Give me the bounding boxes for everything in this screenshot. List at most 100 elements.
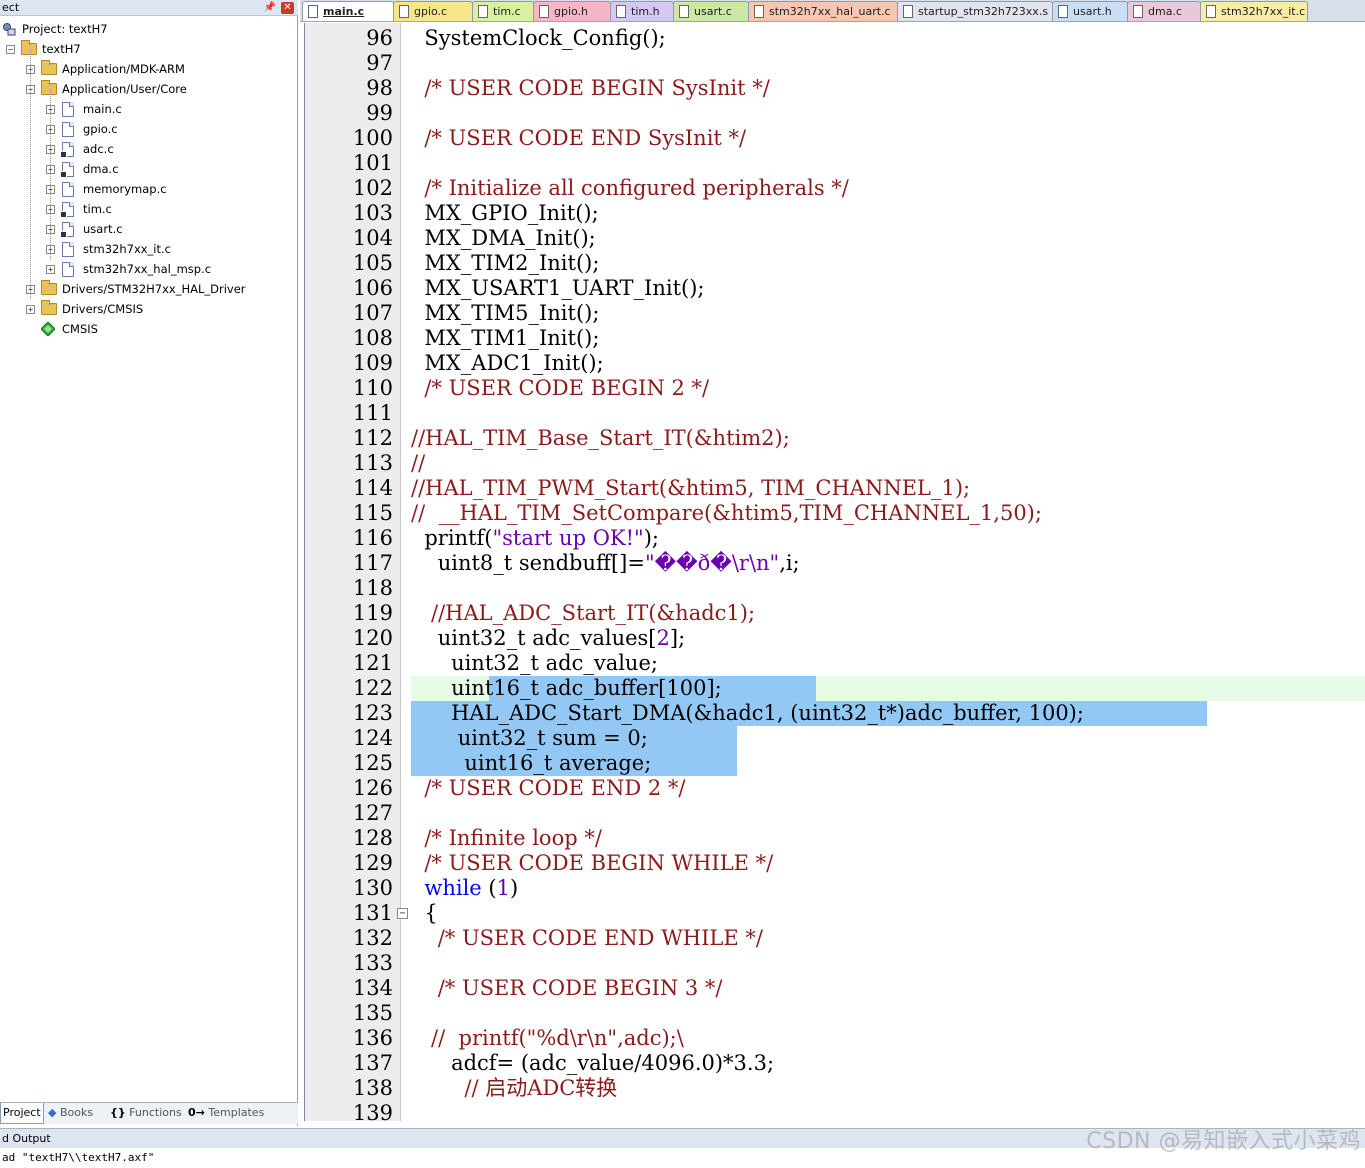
group-node[interactable]: + Drivers/STM32H7xx_HAL_Driver <box>0 279 298 299</box>
line-number: 97 <box>366 51 393 75</box>
line-number: 126 <box>352 776 393 800</box>
expand-toggle[interactable]: + <box>26 305 35 314</box>
code-line[interactable] <box>411 1001 438 1026</box>
code-line[interactable]: MX_TIM1_Init(); <box>411 326 599 351</box>
editor-tab[interactable]: startup_stm32h723xx.s <box>897 1 1053 21</box>
code-line[interactable]: // printf("%d\r\n",adc);\ <box>411 1026 684 1051</box>
cmsis-node[interactable]: CMSIS <box>0 319 298 339</box>
code-token: //HAL_TIM_Base_Start_IT(&htim2); <box>411 426 804 450</box>
close-icon[interactable]: ✕ <box>281 2 294 14</box>
line-number: 118 <box>352 576 393 600</box>
code-line[interactable]: adcf= (adc_value/4096.0)*3.3; <box>411 1051 774 1076</box>
group-node[interactable]: + Application/MDK-ARM <box>0 59 298 79</box>
file-node[interactable]: + memorymap.c <box>0 179 298 199</box>
code-line[interactable]: MX_TIM5_Init(); <box>411 301 599 326</box>
folder-icon <box>41 60 57 75</box>
code-line[interactable]: HAL_ADC_Start_DMA(&hadc1, (uint32_t*)adc… <box>411 701 1084 726</box>
group-node[interactable]: + Drivers/CMSIS <box>0 299 298 319</box>
code-line[interactable]: uint16_t adc_buffer[100]; <box>411 676 722 701</box>
code-line[interactable]: /* USER CODE BEGIN 2 */ <box>411 376 709 401</box>
code-line[interactable]: { <box>411 901 437 926</box>
tab-books[interactable]: ◆ Books <box>48 1103 104 1124</box>
code-line[interactable] <box>411 576 438 601</box>
c-file-icon <box>60 162 74 178</box>
code-line[interactable]: uint8_t sendbuff[]="��ð�\r\n",i; <box>411 551 800 576</box>
code-line[interactable]: uint32_t sum = 0; <box>411 726 648 751</box>
code-line[interactable]: SystemClock_Config(); <box>411 26 665 51</box>
project-root[interactable]: Project: textH7 <box>0 19 298 39</box>
collapse-toggle[interactable]: − <box>6 45 15 54</box>
editor-tab[interactable]: gpio.h <box>533 1 611 21</box>
editor-tab-label: tim.c <box>493 5 521 18</box>
editor-tab[interactable]: stm32h7xx_it.c <box>1200 1 1308 21</box>
file-node[interactable]: + tim.c <box>0 199 298 219</box>
code-token: MX_ADC1_Init(); <box>424 351 604 375</box>
expand-toggle[interactable]: + <box>46 265 55 274</box>
file-tab-icon <box>539 5 549 18</box>
file-node[interactable]: + gpio.c <box>0 119 298 139</box>
code-token: while <box>424 876 482 900</box>
code-line[interactable]: // <box>411 451 425 476</box>
code-line[interactable]: /* Infinite loop */ <box>411 826 602 851</box>
code-line[interactable]: uint32_t adc_value; <box>411 651 658 676</box>
code-line[interactable]: uint16_t average; <box>411 751 651 776</box>
editor-tab[interactable]: usart.h <box>1052 1 1128 21</box>
file-node[interactable]: + stm32h7xx_hal_msp.c <box>0 259 298 279</box>
file-node[interactable]: + stm32h7xx_it.c <box>0 239 298 259</box>
code-token: //HAL_ADC_Start_IT(&hadc1); <box>431 601 756 625</box>
editor-tab[interactable]: stm32h7xx_hal_uart.c <box>748 1 898 21</box>
code-line[interactable]: printf("start up OK!"); <box>411 526 659 551</box>
code-line[interactable]: MX_TIM2_Init(); <box>411 251 599 276</box>
tab-functions[interactable]: {} Functions <box>110 1103 182 1124</box>
line-number: 127 <box>352 801 393 825</box>
editor-tab[interactable]: tim.h <box>610 1 674 21</box>
code-line[interactable]: /* USER CODE BEGIN SysInit */ <box>411 76 770 101</box>
fold-toggle[interactable]: − <box>397 908 408 919</box>
code-line[interactable]: MX_DMA_Init(); <box>411 226 595 251</box>
code-line[interactable]: // __HAL_TIM_SetCompare(&htim5,TIM_CHANN… <box>411 501 1042 526</box>
code-line[interactable]: //HAL_ADC_Start_IT(&hadc1); <box>411 601 755 626</box>
group-node[interactable]: − Application/User/Core <box>0 79 298 99</box>
file-node[interactable]: + usart.c <box>0 219 298 239</box>
editor-tab-label: gpio.c <box>414 5 448 18</box>
code-line[interactable]: //HAL_TIM_PWM_Start(&htim5, TIM_CHANNEL_… <box>411 476 970 501</box>
code-line[interactable]: //HAL_TIM_Base_Start_IT(&htim2); <box>411 426 803 451</box>
tab-project[interactable]: Project <box>0 1103 44 1124</box>
code-line[interactable]: /* Initialize all configured peripherals… <box>411 176 849 201</box>
line-number: 137 <box>352 1051 393 1075</box>
code-editor[interactable]: 96 97 98 99 100 101 102 103 104 105 106 107 108 109 11… <box>304 23 1365 1121</box>
editor-tab[interactable]: usart.c <box>673 1 749 21</box>
code-line[interactable]: /* USER CODE BEGIN 3 */ <box>411 976 723 1001</box>
editor-tab[interactable]: main.c <box>302 1 394 21</box>
tab-templates[interactable]: 0→ Templates <box>188 1103 268 1124</box>
pin-icon[interactable]: 📌 <box>264 2 276 14</box>
file-node[interactable]: + main.c <box>0 99 298 119</box>
code-line[interactable]: MX_GPIO_Init(); <box>411 201 598 226</box>
code-line[interactable]: while (1) <box>411 876 518 901</box>
file-node[interactable]: + dma.c <box>0 159 298 179</box>
file-node[interactable]: + adc.c <box>0 139 298 159</box>
line-number: 138 <box>352 1076 393 1100</box>
code-token: /* USER CODE BEGIN SysInit */ <box>424 76 770 100</box>
code-line[interactable]: MX_ADC1_Init(); <box>411 351 604 376</box>
line-number: 119 <box>352 601 393 625</box>
target-node[interactable]: − textH7 <box>0 39 298 59</box>
file-label: main.c <box>83 102 122 116</box>
file-label: memorymap.c <box>83 182 167 196</box>
code-line[interactable]: /* USER CODE END WHILE */ <box>411 926 763 951</box>
code-line[interactable]: /* USER CODE END 2 */ <box>411 776 685 801</box>
code-token: uint16_t adc_buffer[100]; <box>451 676 722 700</box>
editor-tab[interactable]: dma.c <box>1127 1 1201 21</box>
code-line[interactable]: MX_USART1_UART_Init(); <box>411 276 704 301</box>
editor-tab[interactable]: tim.c <box>472 1 534 21</box>
editor-tab[interactable]: gpio.c <box>393 1 473 21</box>
group-label: Drivers/STM32H7xx_HAL_Driver <box>62 282 246 296</box>
code-line[interactable]: /* USER CODE BEGIN WHILE */ <box>411 851 773 876</box>
code-line[interactable]: uint32_t adc_values[2]; <box>411 626 685 651</box>
code-line[interactable]: /* USER CODE END SysInit */ <box>411 126 746 151</box>
key-icon <box>60 151 67 158</box>
code-line[interactable]: // 启动ADC转换 <box>411 1076 617 1101</box>
